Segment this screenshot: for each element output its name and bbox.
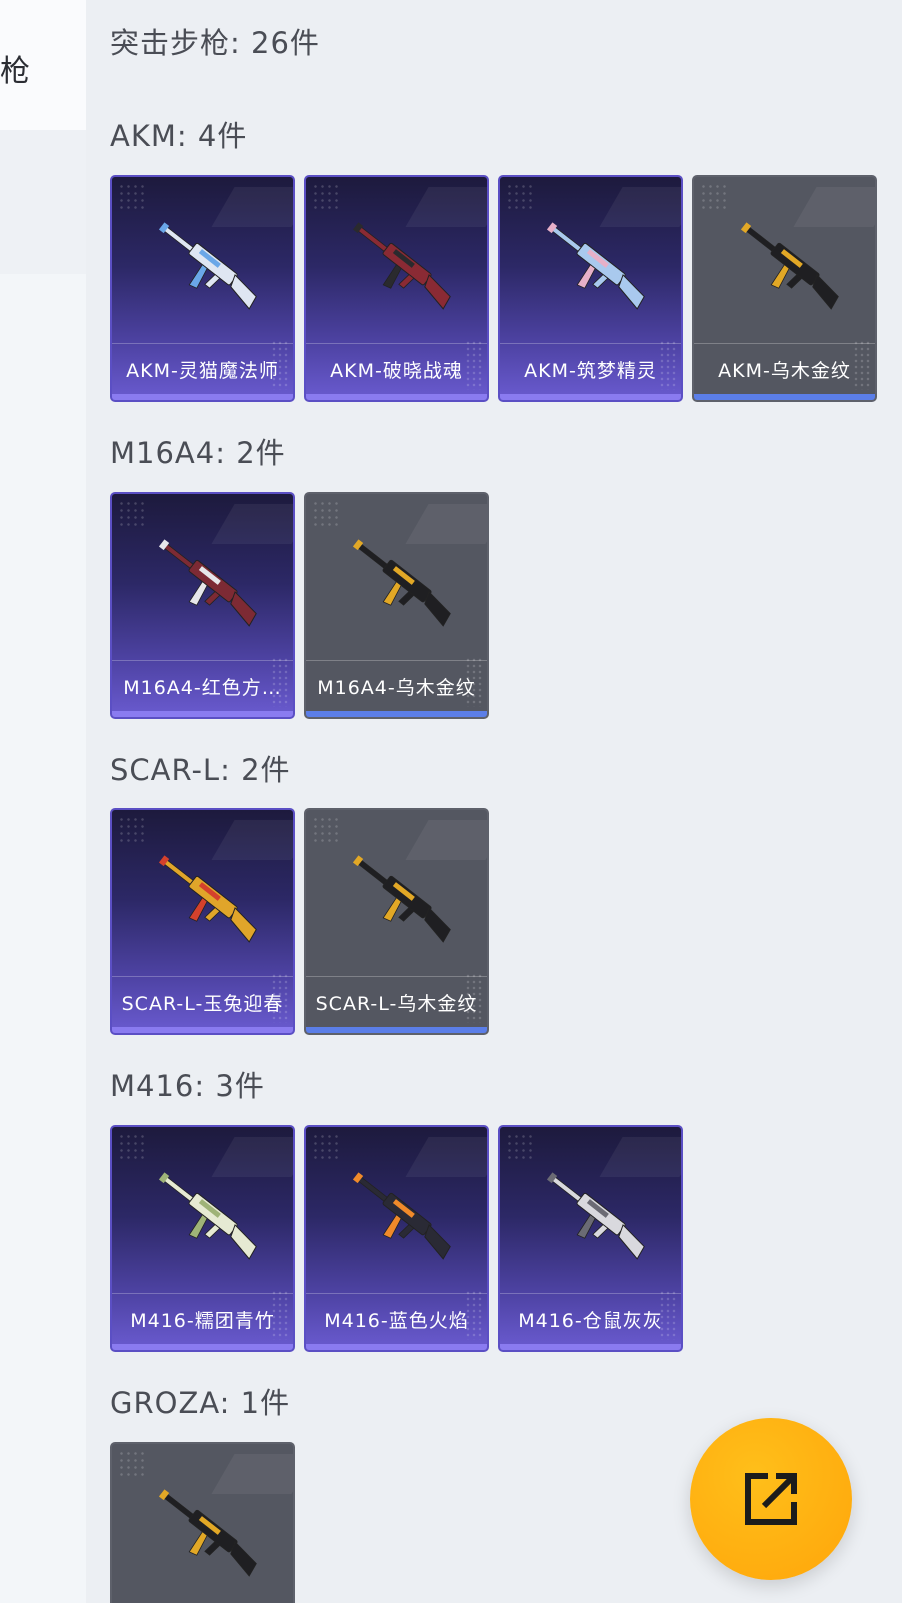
skin-name: SCAR-L-玉兔迎春	[121, 992, 284, 1015]
skin-card[interactable]: AKM-筑梦精灵	[498, 175, 683, 402]
skin-card[interactable]: M416-蓝色火焰	[304, 1125, 489, 1352]
skin-name: M16A4-红色方…	[123, 676, 282, 699]
rarity-bar	[306, 711, 487, 717]
rarity-bar	[112, 1027, 293, 1033]
weapon-image	[142, 202, 272, 332]
skin-card[interactable]: AKM-乌木金纹	[692, 175, 877, 402]
sidebar-item-active[interactable]: 枪	[0, 0, 86, 130]
weapon-image	[336, 835, 466, 965]
rarity-bar	[306, 394, 487, 400]
rarity-bar	[112, 1344, 293, 1350]
skin-card[interactable]: M416-仓鼠灰灰	[498, 1125, 683, 1352]
weapon-image	[336, 202, 466, 332]
rarity-bar	[306, 1344, 487, 1350]
skin-card[interactable]	[110, 1442, 295, 1603]
weapon-image	[336, 1152, 466, 1282]
skin-name: M416-蓝色火焰	[324, 1309, 469, 1332]
card-divider	[694, 343, 875, 344]
group-grid-scar-l: SCAR-L-玉兔迎春 SCAR-L-乌木金纹	[110, 808, 489, 1035]
group-title-akm: AKM: 4件	[110, 119, 248, 153]
rarity-bar	[112, 394, 293, 400]
weapon-image	[142, 519, 272, 649]
skin-card[interactable]: SCAR-L-乌木金纹	[304, 808, 489, 1035]
skin-card[interactable]: SCAR-L-玉兔迎春	[110, 808, 295, 1035]
rarity-bar	[500, 1344, 681, 1350]
category-summary: 突击步枪: 26件	[110, 26, 320, 60]
sidebar-item[interactable]	[0, 130, 86, 274]
group-title-m16a4: M16A4: 2件	[110, 436, 286, 470]
share-icon	[745, 1473, 797, 1525]
share-button[interactable]	[690, 1418, 852, 1580]
main-content: 突击步枪: 26件 AKM: 4件 AKM-灵猫魔法师 AKM-破晓战魂 AKM-筑…	[86, 0, 902, 1603]
weapon-image	[530, 202, 660, 332]
weapon-image	[142, 1469, 272, 1599]
rarity-bar	[694, 394, 875, 400]
skin-card[interactable]: AKM-破晓战魂	[304, 175, 489, 402]
card-divider	[112, 1293, 293, 1294]
skin-name: AKM-乌木金纹	[718, 359, 851, 382]
skin-name: M16A4-乌木金纹	[317, 676, 476, 699]
skin-name: SCAR-L-乌木金纹	[315, 992, 478, 1015]
sidebar-item-label: 枪	[0, 54, 30, 89]
rarity-bar	[500, 394, 681, 400]
group-title-scar-l: SCAR-L: 2件	[110, 753, 291, 787]
card-divider	[500, 343, 681, 344]
skin-name: M416-糯团青竹	[130, 1309, 275, 1332]
card-divider	[306, 976, 487, 977]
weapon-image	[142, 835, 272, 965]
rarity-bar	[306, 1027, 487, 1033]
weapon-image	[336, 519, 466, 649]
group-grid-groza	[110, 1442, 295, 1603]
group-grid-m416: M416-糯团青竹 M416-蓝色火焰 M416-仓鼠灰灰	[110, 1125, 683, 1352]
group-grid-m16a4: M16A4-红色方… M16A4-乌木金纹	[110, 492, 489, 719]
weapon-image	[142, 1152, 272, 1282]
card-divider	[112, 660, 293, 661]
rarity-bar	[112, 711, 293, 717]
card-divider	[306, 1293, 487, 1294]
skin-card[interactable]: M416-糯团青竹	[110, 1125, 295, 1352]
card-divider	[112, 976, 293, 977]
card-divider	[112, 343, 293, 344]
skin-name: AKM-灵猫魔法师	[126, 359, 279, 382]
skin-name: M416-仓鼠灰灰	[518, 1309, 663, 1332]
skin-card[interactable]: M16A4-乌木金纹	[304, 492, 489, 719]
weapon-image	[724, 202, 854, 332]
skin-card[interactable]: AKM-灵猫魔法师	[110, 175, 295, 402]
card-divider	[500, 1293, 681, 1294]
card-divider	[306, 343, 487, 344]
skin-name: AKM-破晓战魂	[330, 359, 463, 382]
weapon-image	[530, 1152, 660, 1282]
skin-card[interactable]: M16A4-红色方…	[110, 492, 295, 719]
group-title-groza: GROZA: 1件	[110, 1386, 291, 1420]
group-grid-akm: AKM-灵猫魔法师 AKM-破晓战魂 AKM-筑梦精灵 AKM-乌木金纹	[110, 175, 877, 402]
group-title-m416: M416: 3件	[110, 1069, 265, 1103]
skin-name: AKM-筑梦精灵	[524, 359, 657, 382]
card-divider	[306, 660, 487, 661]
sidebar: 枪	[0, 0, 86, 1603]
